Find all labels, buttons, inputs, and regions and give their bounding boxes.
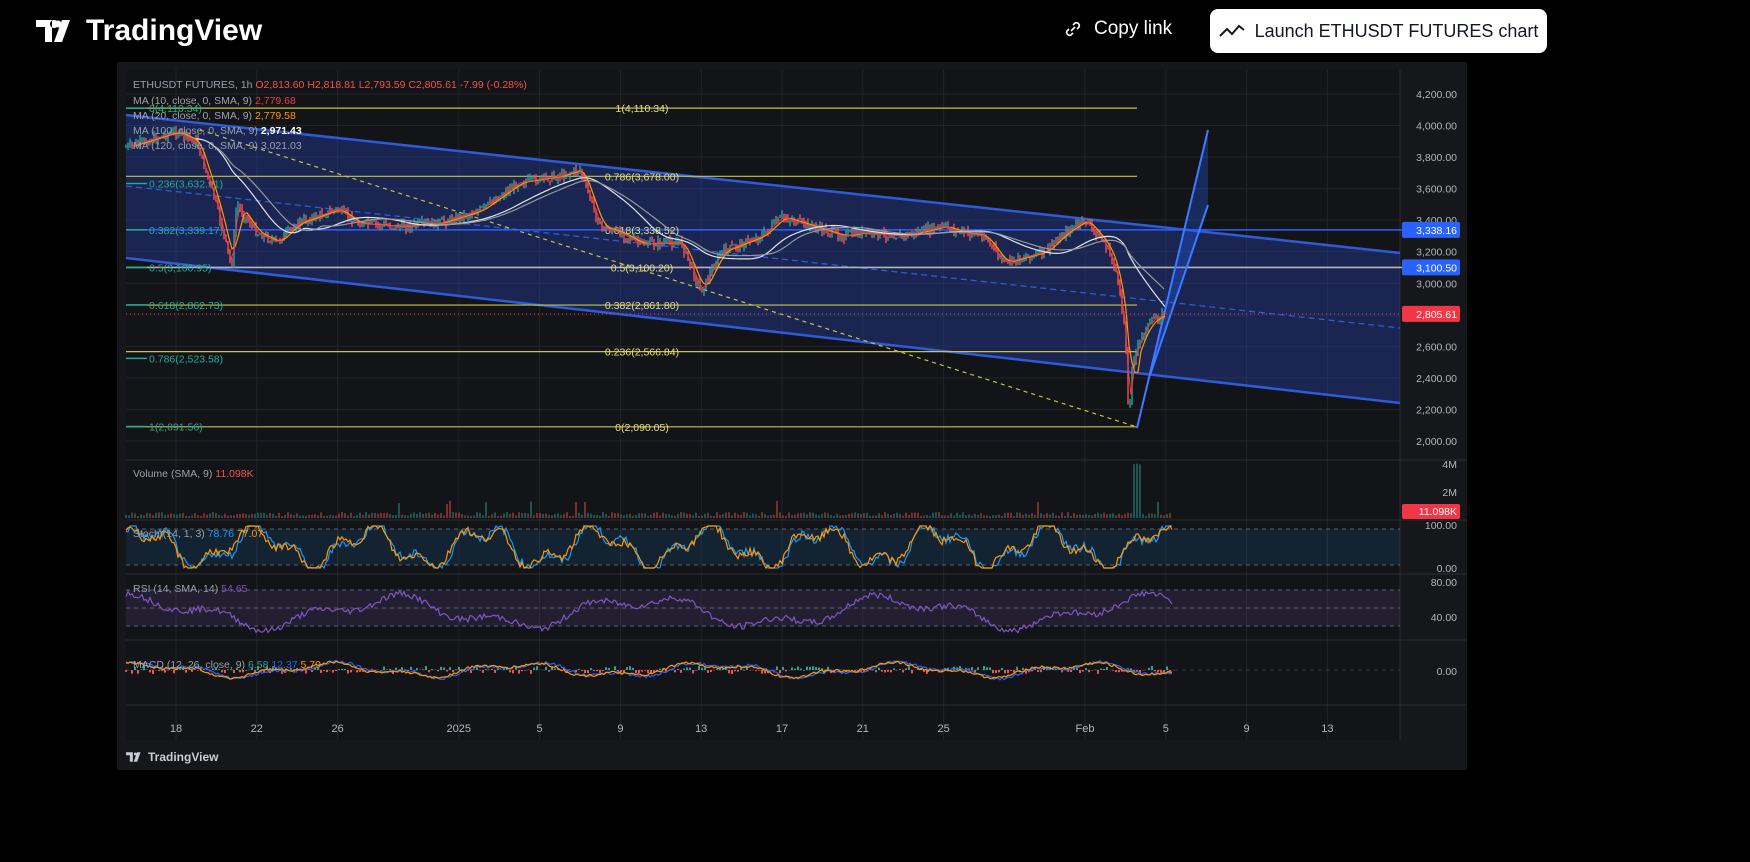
time-axis-label: 26	[331, 723, 343, 735]
low-value: L2,793.59	[358, 79, 406, 91]
footer-brand-text: TradingView	[148, 750, 219, 764]
volume-axis-label: 2M	[1442, 487, 1457, 499]
price-badge-label: 3,100.50	[1416, 262, 1457, 274]
stoch-label: Stoch (14, 1, 3)	[133, 528, 205, 540]
rsi-value: 54.65	[221, 583, 248, 595]
ma-value: 2,971.43	[260, 125, 302, 137]
ma-value: 2,779.68	[254, 95, 296, 107]
copy-link-button[interactable]: Copy link	[1062, 18, 1172, 40]
price-axis-label: 2,000.00	[1416, 436, 1457, 448]
price-axis-label: 4,200.00	[1416, 89, 1457, 101]
ma-label: MA (100, close, 0, SMA, 9)	[133, 125, 258, 137]
fib-level-label: 0(2,090.05)	[615, 422, 669, 434]
stoch-legend: Stoch (14, 1, 3) 78.76 77.07	[133, 528, 263, 540]
price-axis-label: 3,600.00	[1416, 184, 1457, 196]
time-axis-label: 9	[1244, 723, 1250, 735]
time-axis-label: 21	[857, 723, 869, 735]
price-badge-label: 2,805.61	[1416, 309, 1457, 321]
indicator-axis-label: 0.00	[1437, 666, 1458, 678]
rsi-legend: RSI (14, SMA, 14) 54.65	[133, 583, 247, 595]
time-axis-label: 13	[1321, 723, 1333, 735]
rsi-label: RSI (14, SMA, 14)	[133, 583, 219, 595]
ma-label: MA (120, close, 0, SMA, 9)	[133, 140, 258, 152]
time-axis-label: 5	[1163, 723, 1169, 735]
ma10-legend: MA (10, close, 0, SMA, 9) 2,779.68	[133, 95, 296, 107]
link-icon	[1065, 21, 1081, 37]
ma-value: 2,779.58	[254, 110, 296, 122]
launch-chart-button[interactable]: Launch ETHUSDT FUTURES chart	[1210, 9, 1547, 53]
price-axis-label: 2,200.00	[1416, 404, 1457, 416]
stoch-k-value: 78.76	[207, 528, 234, 540]
copy-link-label: Copy link	[1094, 18, 1173, 39]
symbol-label: ETHUSDT FUTURES, 1h	[133, 79, 253, 91]
tradingview-logo-icon	[36, 20, 70, 42]
launch-chart-label: Launch ETHUSDT FUTURES chart	[1254, 20, 1539, 41]
fib-level-label: 0.382(2,861.80)	[605, 300, 679, 312]
logo-text: TradingView	[86, 14, 263, 47]
ma120-legend: MA (120, close, 0, SMA, 9) 3,021.03	[133, 140, 302, 152]
fib-level-label: 0.5(3,100.20)	[611, 262, 673, 274]
volume-axis-label: 4M	[1442, 459, 1457, 471]
macd-label: MACD (12, 26, close, 9)	[133, 659, 246, 671]
ma20-legend: MA (20, close, 0, SMA, 9) 2,779.58	[133, 110, 296, 122]
price-axis-label: 4,000.00	[1416, 121, 1457, 133]
fib-level-label: 1(4,110.34)	[616, 103, 669, 115]
price-axis-label: 3,200.00	[1416, 247, 1457, 259]
ma100-legend: MA (100, close, 0, SMA, 9) 2,971.43	[133, 125, 302, 137]
macd-value: 12.37	[271, 659, 298, 671]
tradingview-logo-icon	[126, 752, 141, 762]
time-axis-label: 18	[170, 723, 182, 735]
fib-level-label: 0.786(3,678.00)	[605, 171, 679, 183]
time-axis-label: 22	[251, 723, 263, 735]
fib-left-label: 0.382(3,339.17)	[149, 225, 223, 237]
time-axis-label: 9	[617, 723, 623, 735]
time-axis-label: 5	[537, 723, 543, 735]
fib-left-label: 1(2,091.56)	[149, 422, 203, 434]
time-axis-label: 2025	[447, 723, 471, 735]
chart-line-icon	[1218, 24, 1245, 37]
macd-signal-value: 5.79	[300, 659, 321, 671]
price-axis-label: 3,800.00	[1416, 152, 1457, 164]
ma-label: MA (20, close, 0, SMA, 9)	[133, 110, 253, 122]
indicator-axis-label: 0.00	[1437, 563, 1458, 575]
price-badge-label: 3,338.16	[1416, 225, 1457, 237]
open-value: O2,813.60	[255, 79, 305, 91]
time-axis-label: Feb	[1076, 723, 1095, 735]
stoch-d-value: 77.07	[236, 528, 264, 540]
volume-badge-label: 11.098K	[1419, 506, 1457, 518]
time-axis-label: 17	[776, 723, 788, 735]
tradingview-logo[interactable]: TradingView	[36, 14, 262, 48]
high-value: H2,818.81	[307, 79, 356, 91]
fib-left-label: 0.5(3,100.95)	[149, 262, 211, 274]
indicator-axis-label: 100.00	[1425, 520, 1457, 532]
change-value: -7.99 (-0.28%)	[459, 79, 527, 91]
footer-brand[interactable]: TradingView	[126, 750, 218, 764]
fib-left-label: 0.786(2,523.58)	[149, 353, 223, 365]
price-axis-label: 3,000.00	[1416, 278, 1457, 290]
ma-label: MA (10, close, 0, SMA, 9)	[133, 95, 253, 107]
volume-label: Volume (SMA, 9)	[133, 468, 213, 480]
volume-legend: Volume (SMA, 9) 11.098K	[133, 468, 254, 480]
fib-level-label: 0.236(2,566.84)	[605, 347, 679, 359]
time-axis-label: 13	[695, 723, 707, 735]
time-axis-label: 25	[937, 723, 949, 735]
price-axis-label: 2,600.00	[1416, 341, 1457, 353]
ohlc-legend: ETHUSDT FUTURES, 1h O2,813.60 H2,818.81 …	[133, 79, 527, 91]
indicator-axis-label: 80.00	[1431, 577, 1457, 589]
close-value: C2,805.61	[408, 79, 457, 91]
chart-panel[interactable]: 1(4,110.34) 0.786(3,678.00) 0.618(3,338.52…	[117, 62, 1467, 770]
volume-value: 11.098K	[215, 468, 254, 480]
fib-left-label: 0.618(2,862.73)	[149, 300, 223, 312]
price-axis-label: 2,400.00	[1416, 373, 1457, 385]
indicator-axis-label: 40.00	[1431, 612, 1457, 624]
macd-legend: MACD (12, 26, close, 9) 6.58 12.37 5.79	[133, 659, 321, 671]
ma-value: 3,021.03	[260, 140, 302, 152]
macd-hist-value: 6.58	[247, 659, 269, 671]
